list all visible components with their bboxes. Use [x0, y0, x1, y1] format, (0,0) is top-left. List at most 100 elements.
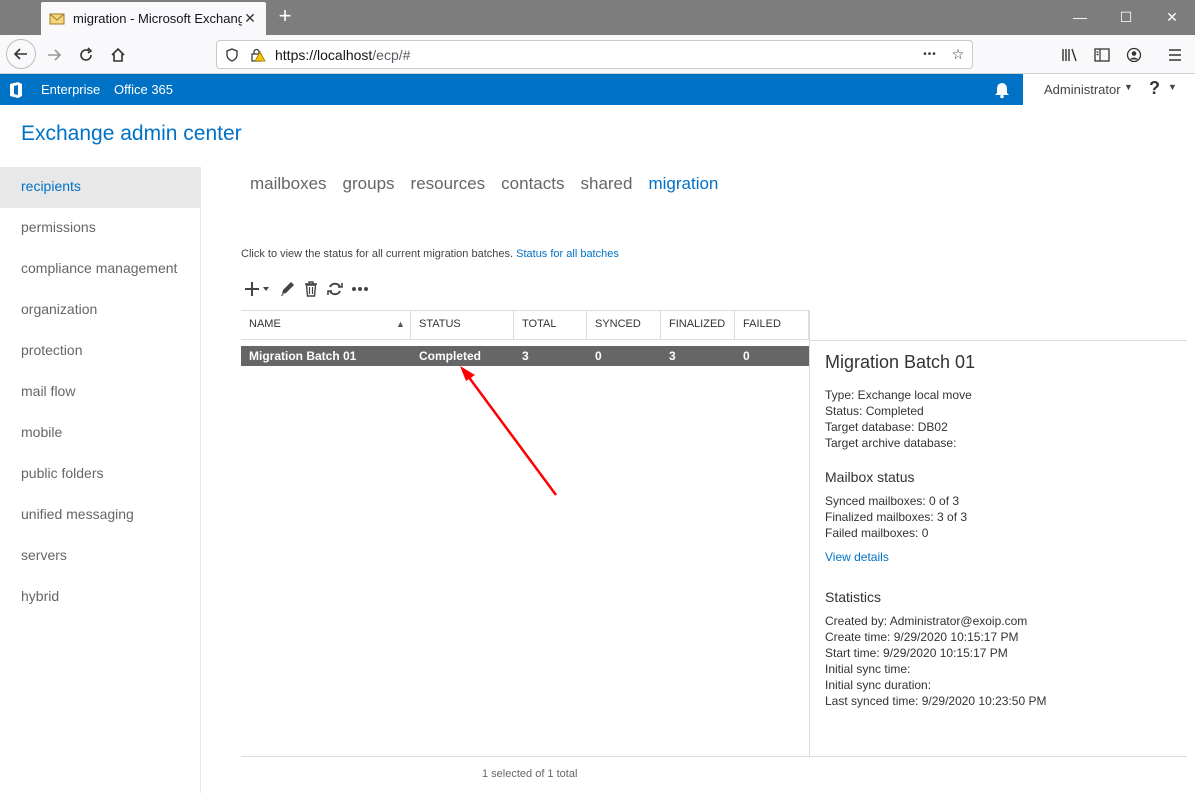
detail-target-db: Target database: DB02 — [825, 420, 948, 434]
leftnav-item-recipients[interactable]: recipients — [0, 167, 200, 208]
edit-button[interactable] — [279, 279, 295, 299]
home-icon — [111, 47, 125, 62]
view-details-link[interactable]: View details — [825, 549, 1175, 565]
cell-synced: 0 — [595, 349, 602, 363]
library-icon[interactable] — [1054, 39, 1086, 71]
office-top-bar: Enterprise Office 365 Administrator ▼ ? … — [0, 74, 1195, 105]
left-nav: recipients permissions compliance manage… — [0, 167, 200, 618]
info-text-line: Click to view the status for all current… — [241, 248, 619, 260]
reload-icon — [80, 47, 93, 61]
cell-name: Migration Batch 01 — [249, 349, 357, 363]
detail-type: Type: Exchange local move — [825, 388, 972, 402]
leftnav-item-permissions[interactable]: permissions — [0, 208, 200, 249]
leftnav-item-organization[interactable]: organization — [0, 290, 200, 331]
table-header: NAME ▲ STATUS TOTAL SYNCED FINALIZED FAI… — [241, 310, 809, 340]
detail-failed: Failed mailboxes: 0 — [825, 526, 929, 540]
tab-contacts[interactable]: contacts — [501, 174, 564, 194]
account-icon[interactable] — [1118, 39, 1150, 71]
col-name-header[interactable]: NAME ▲ — [241, 311, 411, 340]
hamburger-menu-icon[interactable] — [1159, 39, 1191, 71]
tab-resources[interactable]: resources — [411, 174, 486, 194]
browser-tab[interactable]: migration - Microsoft Exchange ✕ — [41, 2, 266, 35]
user-menu[interactable]: Administrator — [1044, 82, 1121, 97]
add-button[interactable] — [245, 279, 271, 299]
leftnav-item-hybrid[interactable]: hybrid — [0, 577, 200, 618]
detail-status: Status: Completed — [825, 404, 924, 418]
detail-target-archive: Target archive database: — [825, 436, 957, 450]
col-failed-header[interactable]: FAILED — [735, 311, 809, 340]
leftnav-item-public-folders[interactable]: public folders — [0, 454, 200, 495]
browser-nav-bar: https://localhost/ecp/# ••• ☆ — [0, 35, 1195, 74]
sort-ascending-icon: ▲ — [396, 319, 405, 329]
col-finalized-header[interactable]: FINALIZED — [661, 311, 735, 340]
tab-mailboxes[interactable]: mailboxes — [250, 174, 327, 194]
leftnav-item-compliance-management[interactable]: compliance management — [0, 249, 200, 290]
insecure-lock-icon[interactable] — [247, 44, 269, 66]
close-window-icon[interactable]: ✕ — [1149, 0, 1195, 35]
cell-failed: 0 — [743, 349, 750, 363]
home-button[interactable] — [102, 39, 134, 71]
leftnav-item-mail-flow[interactable]: mail flow — [0, 372, 200, 413]
col-status-header[interactable]: STATUS — [411, 311, 514, 340]
tab-shared[interactable]: shared — [580, 174, 632, 194]
exchange-favicon-icon — [49, 11, 65, 27]
maximize-icon[interactable]: ☐ — [1103, 0, 1149, 35]
recipient-subtabs: mailboxes groups resources contacts shar… — [250, 174, 734, 194]
detail-last-synced: Last synced time: 9/29/2020 10:23:50 PM — [825, 694, 1047, 708]
statistics-heading: Statistics — [825, 589, 882, 605]
detail-initial-sync-duration: Initial sync duration: — [825, 678, 932, 692]
detail-finalized: Finalized mailboxes: 3 of 3 — [825, 510, 968, 524]
trash-icon — [305, 281, 317, 297]
leftnav-item-protection[interactable]: protection — [0, 331, 200, 372]
leftnav-item-servers[interactable]: servers — [0, 536, 200, 577]
details-header-line — [809, 340, 1187, 341]
details-title: Migration Batch 01 — [825, 352, 976, 372]
info-text: Click to view the status for all current… — [241, 248, 514, 260]
close-tab-icon[interactable]: ✕ — [242, 10, 258, 27]
forward-button[interactable] — [38, 39, 70, 71]
status-all-batches-link[interactable]: Status for all batches — [516, 248, 619, 260]
detail-synced: Synced mailboxes: 0 of 3 — [825, 494, 960, 508]
details-divider — [809, 310, 810, 756]
user-menu-area: Administrator ▼ ? ▼ — [1023, 74, 1195, 105]
plus-icon — [245, 282, 269, 296]
left-nav-divider — [200, 167, 201, 793]
url-text[interactable]: https://localhost/ecp/# — [275, 47, 916, 63]
refresh-icon — [327, 282, 343, 296]
address-bar[interactable]: https://localhost/ecp/# ••• ☆ — [216, 40, 973, 69]
page-actions-icon[interactable]: ••• — [916, 49, 944, 60]
detail-create-time: Create time: 9/29/2020 10:15:17 PM — [825, 630, 1019, 644]
tab-title: migration - Microsoft Exchange — [73, 11, 242, 26]
help-chevron-down-icon[interactable]: ▼ — [1168, 82, 1177, 92]
cell-finalized: 3 — [669, 349, 676, 363]
refresh-button[interactable] — [327, 279, 343, 299]
browser-tab-bar: migration - Microsoft Exchange ✕ + — ☐ ✕ — [0, 0, 1195, 35]
help-icon[interactable]: ? — [1149, 78, 1160, 99]
app-title: Exchange admin center — [21, 122, 242, 145]
delete-button[interactable] — [303, 279, 319, 299]
table-bottom-line — [241, 756, 1187, 757]
enterprise-link[interactable]: Enterprise — [41, 82, 100, 97]
detail-initial-sync-time: Initial sync time: — [825, 662, 911, 676]
arrow-left-icon — [13, 48, 27, 60]
more-actions-button[interactable] — [351, 279, 369, 299]
tab-migration[interactable]: migration — [648, 174, 718, 194]
new-tab-button[interactable]: + — [272, 4, 298, 30]
leftnav-item-mobile[interactable]: mobile — [0, 413, 200, 454]
notification-bell-icon[interactable] — [992, 79, 1012, 99]
shield-icon[interactable] — [221, 44, 243, 66]
reload-button[interactable] — [70, 39, 102, 71]
office-logo-icon[interactable] — [7, 81, 25, 99]
detail-start-time: Start time: 9/29/2020 10:15:17 PM — [825, 646, 1008, 660]
minimize-icon[interactable]: — — [1057, 0, 1103, 35]
chevron-down-icon[interactable]: ▼ — [1124, 82, 1133, 92]
col-total-header[interactable]: TOTAL — [514, 311, 587, 340]
tab-groups[interactable]: groups — [343, 174, 395, 194]
arrow-right-icon — [48, 49, 62, 61]
sidebar-icon[interactable] — [1086, 39, 1118, 71]
leftnav-item-unified-messaging[interactable]: unified messaging — [0, 495, 200, 536]
bookmark-star-icon[interactable]: ☆ — [944, 46, 972, 63]
back-button[interactable] — [6, 39, 36, 69]
col-synced-header[interactable]: SYNCED — [587, 311, 661, 340]
office365-link[interactable]: Office 365 — [114, 82, 173, 97]
